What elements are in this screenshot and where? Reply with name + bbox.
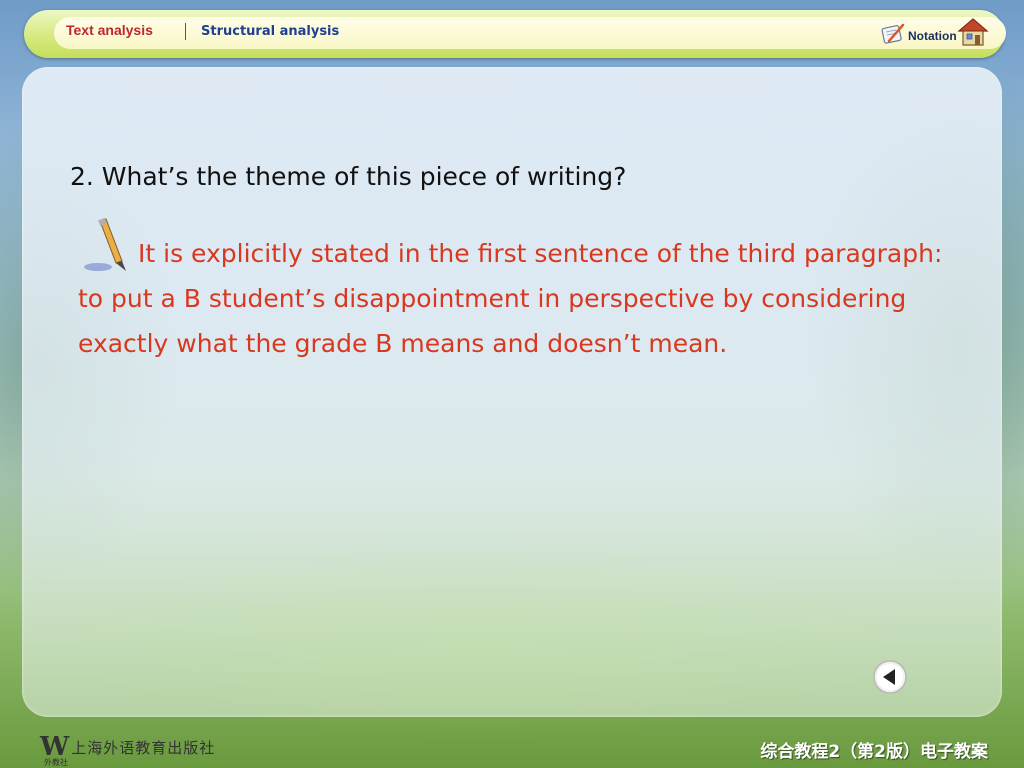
notation-icon — [881, 23, 905, 44]
publisher-sub: 外教社 — [44, 758, 68, 767]
back-button[interactable] — [872, 659, 908, 695]
notation-button[interactable]: Notation — [880, 20, 957, 48]
tab-text-analysis[interactable]: Text analysis — [66, 22, 153, 38]
tab-divider — [185, 23, 186, 40]
back-arrow-icon — [873, 660, 907, 694]
course-title: 综合教程2（第2版）电子教案 — [760, 742, 988, 762]
top-navigation-bar — [24, 10, 1006, 58]
tab-structural-analysis[interactable]: Structural analysis — [201, 24, 339, 39]
answer-paragraph: It is explicitly stated in the first sen… — [78, 239, 943, 358]
question-heading: 2. What’s the theme of this piece of wri… — [70, 162, 627, 191]
publisher-name: 上海外语教育出版社 — [71, 739, 216, 757]
notation-label: Notation — [908, 29, 957, 43]
home-icon — [957, 18, 989, 46]
home-button[interactable] — [957, 16, 989, 48]
top-navigation-inner — [54, 17, 1006, 49]
